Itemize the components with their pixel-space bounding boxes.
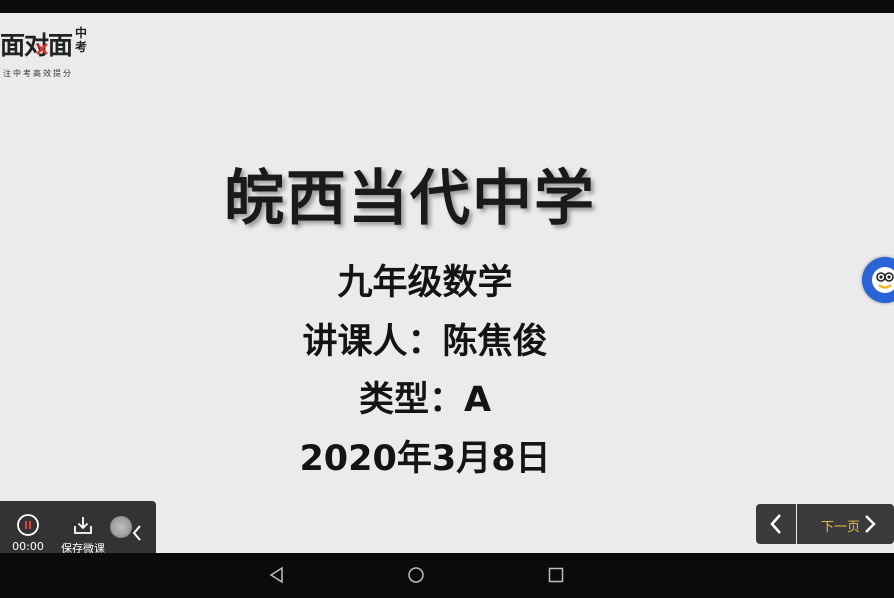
next-page-button[interactable]: 下一页 — [797, 504, 894, 544]
slide-title: 皖西当代中学 — [224, 164, 596, 234]
save-microlesson-button[interactable]: 保存微课 — [54, 513, 112, 556]
chevron-left-icon — [770, 514, 781, 534]
slide-lecturer: 讲课人：陈焦俊 — [302, 322, 548, 362]
recents-icon[interactable] — [547, 566, 565, 584]
logo-slogan: 注中考高效提分 — [3, 69, 73, 78]
home-icon[interactable] — [407, 566, 425, 584]
slide-subject: 九年级数学 — [337, 263, 513, 303]
chevron-left-icon[interactable] — [130, 523, 144, 543]
slide-type: 类型：A — [358, 380, 492, 420]
back-icon[interactable] — [268, 566, 286, 584]
logo-side-text: 中考 — [74, 26, 87, 54]
system-navigation-bar — [0, 553, 894, 598]
pause-icon — [17, 514, 39, 536]
pause-button[interactable]: 00:00 — [6, 513, 50, 553]
drag-handle[interactable] — [110, 516, 132, 538]
assistant-icon — [872, 267, 894, 293]
logo-x-mark — [36, 43, 48, 55]
slide-date: 2020年3月8日 — [299, 439, 551, 479]
recording-timer: 00:00 — [12, 540, 44, 553]
download-icon — [74, 517, 92, 534]
status-bar — [0, 0, 894, 13]
previous-page-button[interactable] — [756, 504, 796, 544]
brand-logo: 面对面 中考 注中考高效提分 — [0, 26, 100, 86]
chevron-right-icon — [865, 515, 876, 533]
next-page-label: 下一页 — [821, 520, 861, 535]
